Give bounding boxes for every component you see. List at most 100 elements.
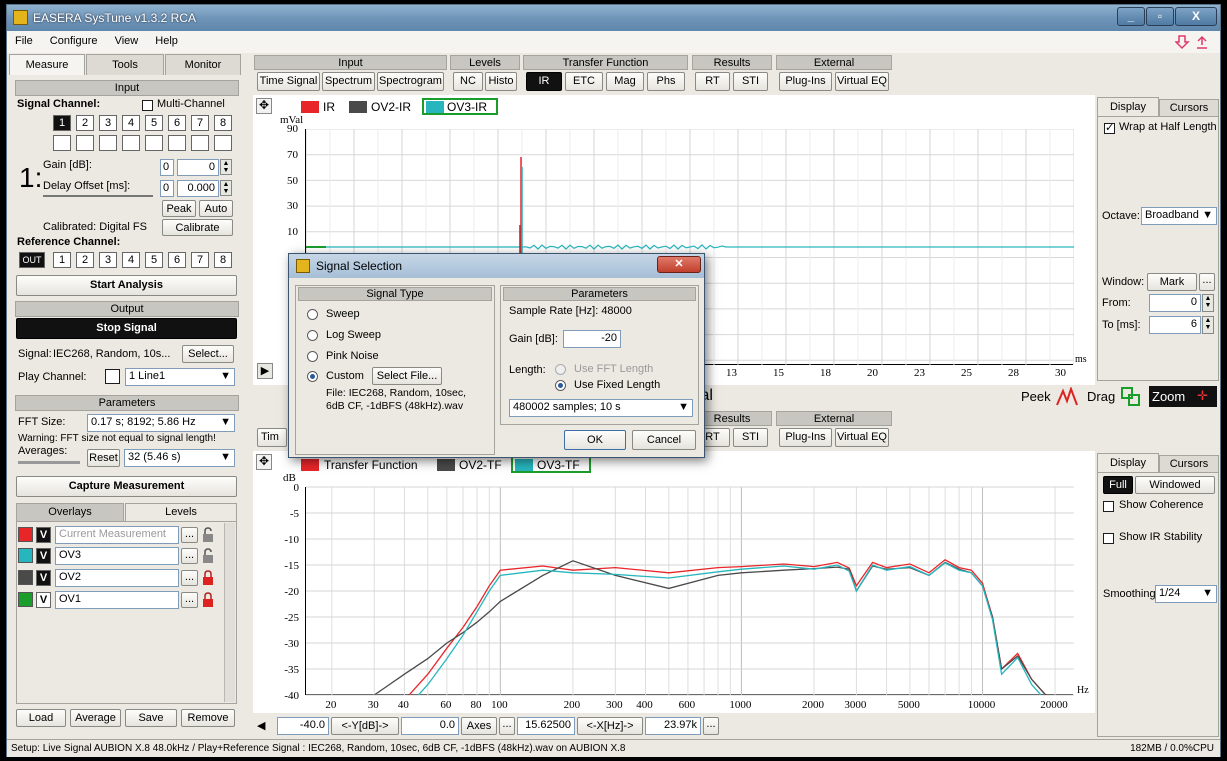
smoothing-select[interactable]: 1/24 ▼	[1155, 585, 1217, 603]
y-max-input[interactable]: 0.0	[401, 717, 459, 735]
plug-ins-button[interactable]: Plug-Ins	[779, 72, 832, 91]
overlay-name[interactable]: Current Measurement	[55, 526, 179, 544]
remove-button[interactable]: Remove	[181, 709, 235, 727]
ok-button[interactable]: OK	[564, 430, 626, 450]
from-spinner[interactable]: ▲ ▼	[1202, 294, 1214, 312]
delay-input[interactable]: 0.000	[177, 180, 219, 197]
stop-signal-button[interactable]: Stop Signal	[16, 318, 237, 339]
nc-button[interactable]: NC	[453, 72, 483, 91]
y-min-input[interactable]: -40.0	[277, 717, 329, 735]
dialog-close-button[interactable]: ✕	[657, 256, 701, 273]
signal-channel-slot[interactable]	[145, 135, 163, 151]
tab-tools[interactable]: Tools	[86, 54, 164, 75]
window-more-button[interactable]: ...	[1199, 273, 1215, 291]
ref-channel-5[interactable]: 5	[145, 252, 163, 268]
signal-channel-slot[interactable]	[76, 135, 94, 151]
delay-spinner[interactable]: ▲ ▼	[220, 180, 232, 196]
transfer-function-graph[interactable]: ✥ Transfer Function OV2-TF OV3-TF dB 0 -5…	[253, 451, 1095, 713]
time-signal-button[interactable]: Time Signal	[257, 72, 320, 91]
full-button[interactable]: Full	[1103, 476, 1133, 494]
axes-more-button[interactable]: ...	[499, 717, 515, 735]
signal-channel-3[interactable]: 3	[99, 115, 117, 131]
sti-button[interactable]: STI	[733, 72, 768, 91]
tab-cursors-bottom[interactable]: Cursors	[1159, 455, 1219, 472]
mag-button[interactable]: Mag	[606, 72, 644, 91]
zoom-button[interactable]: Zoom ✛	[1149, 386, 1217, 407]
ref-channel-6[interactable]: 6	[168, 252, 186, 268]
custom-radio[interactable]	[307, 371, 318, 382]
move-cursor-icon[interactable]: ✥	[256, 98, 272, 114]
signal-channel-slot[interactable]	[168, 135, 186, 151]
overlay-name[interactable]: OV3	[55, 547, 179, 565]
lower-sti-button[interactable]: STI	[733, 428, 768, 447]
lock-open-icon[interactable]	[201, 548, 215, 564]
fft-size-select[interactable]: 0.17 s; 8192; 5.86 Hz ▼	[87, 414, 235, 432]
overlay-color-swatch[interactable]	[18, 592, 33, 607]
save-button[interactable]: Save	[125, 709, 177, 727]
show-coherence-checkbox[interactable]	[1103, 501, 1114, 512]
overlay-visible-toggle[interactable]: V	[36, 527, 51, 543]
select-file-button[interactable]: Select File...	[372, 367, 442, 385]
ref-channel-1[interactable]: 1	[53, 252, 71, 268]
virtual-eq-button[interactable]: Virtual EQ	[835, 72, 889, 91]
play-channel-select[interactable]: 1 Line1 ▼	[125, 368, 235, 386]
average-button[interactable]: Average	[70, 709, 121, 727]
reset-button[interactable]: Reset	[87, 449, 120, 467]
mark-button[interactable]: Mark	[1147, 273, 1197, 291]
ref-channel-4[interactable]: 4	[122, 252, 140, 268]
overlay-visible-toggle[interactable]: V	[36, 570, 51, 586]
lock-closed-icon[interactable]	[201, 570, 215, 586]
tab-overlays[interactable]: Overlays	[16, 503, 124, 521]
multi-channel-checkbox[interactable]	[142, 100, 153, 111]
length-select[interactable]: 480002 samples; 10 s ▼	[509, 399, 693, 417]
delay-box[interactable]: 0	[160, 180, 174, 197]
signal-channel-4[interactable]: 4	[122, 115, 140, 131]
overlay-color-swatch[interactable]	[18, 548, 33, 563]
peek-label[interactable]: Peek	[1021, 389, 1051, 404]
averages-select[interactable]: 32 (5.46 s) ▼	[124, 449, 235, 467]
histo-button[interactable]: Histo	[485, 72, 517, 91]
close-button[interactable]: X	[1175, 7, 1217, 26]
pink-noise-radio[interactable]	[307, 351, 318, 362]
x-min-input[interactable]: 15.62500	[517, 717, 575, 735]
capture-measurement-button[interactable]: Capture Measurement	[16, 476, 237, 497]
ref-channel-2[interactable]: 2	[76, 252, 94, 268]
log-sweep-radio[interactable]	[307, 330, 318, 341]
minimize-button[interactable]: _	[1117, 7, 1145, 26]
ref-channel-3[interactable]: 3	[99, 252, 117, 268]
menu-help[interactable]: Help	[147, 31, 184, 47]
drag-icon[interactable]	[1121, 387, 1141, 407]
select-signal-button[interactable]: Select...	[182, 345, 234, 363]
overlay-visible-toggle[interactable]: V	[36, 548, 51, 564]
overlay-name[interactable]: OV2	[55, 569, 179, 587]
signal-channel-2[interactable]: 2	[76, 115, 94, 131]
use-fft-length-radio[interactable]	[555, 364, 566, 375]
drag-label[interactable]: Drag	[1087, 389, 1115, 404]
signal-channel-7[interactable]: 7	[191, 115, 209, 131]
ir-button[interactable]: IR	[526, 72, 562, 91]
load-button[interactable]: Load	[16, 709, 66, 727]
overlay-more-button[interactable]: ...	[181, 548, 198, 564]
signal-channel-8[interactable]: 8	[214, 115, 232, 131]
ref-channel-8[interactable]: 8	[214, 252, 232, 268]
rt-button[interactable]: RT	[695, 72, 730, 91]
signal-channel-slot[interactable]	[99, 135, 117, 151]
from-input[interactable]: 0	[1149, 294, 1201, 312]
overlay-color-swatch[interactable]	[18, 527, 33, 542]
etc-button[interactable]: ETC	[565, 72, 603, 91]
overlay-visible-toggle[interactable]: V	[36, 592, 51, 608]
ref-channel-out[interactable]: OUT	[19, 252, 45, 268]
move-cursor-icon[interactable]: ✥	[256, 454, 272, 470]
peek-icon[interactable]	[1055, 387, 1079, 407]
tab-display-top[interactable]: Display	[1097, 97, 1159, 116]
x-max-input[interactable]: 23.97k	[645, 717, 701, 735]
x-more-button[interactable]: ...	[703, 717, 719, 735]
menu-file[interactable]: File	[7, 31, 39, 47]
overlay-color-swatch[interactable]	[18, 570, 33, 585]
to-input[interactable]: 6	[1149, 316, 1201, 334]
use-fixed-length-radio[interactable]	[555, 380, 566, 391]
tab-monitor[interactable]: Monitor	[165, 54, 241, 75]
tab-cursors-top[interactable]: Cursors	[1159, 99, 1219, 116]
menu-view[interactable]: View	[107, 31, 145, 47]
y-axis-button[interactable]: <-Y[dB]->	[331, 717, 399, 735]
